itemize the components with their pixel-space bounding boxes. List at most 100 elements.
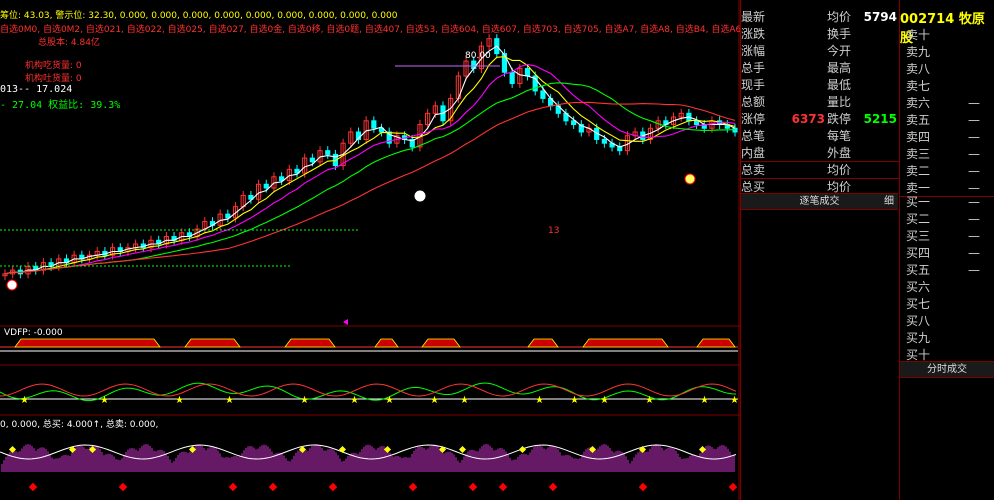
ma-line [4,56,736,275]
quote-label: 每笔 [827,129,852,143]
book-level-label: 买八 [906,314,931,328]
book-sell-row: 卖九 [906,44,994,61]
book-level-label: 卖八 [906,62,931,76]
book-sell-row: 卖五 — [906,112,994,129]
ma-lines-group [4,45,736,275]
book-dash: — [968,229,980,243]
candle [325,150,331,155]
total-capital: 总股本: 4.84亿 [38,38,100,48]
diamond-icon [468,482,478,492]
buysell-label: 0, 0.000, 总买: 4.000↑, 总卖: 0.000, [0,420,159,430]
quote-row: 涨停 6373 跌停 5215 [741,111,899,128]
vdfp-band [527,338,559,348]
book-dash: — [968,246,980,260]
diamond-icon [548,482,558,492]
quote-label: 总手 [741,61,766,75]
quote-label: 总笔 [741,129,766,143]
subpane-vdfp [0,338,738,352]
diamond-icon [518,445,527,454]
quote-row: 内盘 外盘 [741,145,899,162]
candle [617,146,623,152]
book-level-label: 卖二 [906,164,931,178]
star-icon: ★ [730,395,739,406]
tab-more[interactable]: 细 [880,193,898,210]
book-level-label: 卖六 [906,96,931,110]
quote-label: 涨幅 [741,44,766,58]
book-level-label: 买五 [906,263,931,277]
book-level-label: 买七 [906,297,931,311]
book-sell-row: 卖三 — [906,146,994,163]
cursor-marker-icon [343,319,348,325]
quote-label: 外盘 [827,146,852,160]
star-icon: ★ [175,395,184,406]
book-level-label: 卖十 [906,28,931,42]
book-dash: — [968,147,980,161]
book-dash: — [968,113,980,127]
quote-label: 内盘 [741,146,766,160]
stock-title: 002714 牧原股 [900,8,994,46]
quote-label: 均价 [827,10,852,24]
star-icon: ★ [700,395,709,406]
header-line-1: 筹位: 43.03, 警示位: 32.30, 0.000, 0.000, 0.0… [0,11,398,21]
quote-label: 均价 [827,163,852,177]
star-icon: ★ [600,395,609,406]
chart-area[interactable]: ★ ★ ★ ★ ★ ★ ★ ★ ★ ★ ★ ★ ★ ★ ★ 80.00 13 筹位: 43.03, 警示位:… [0,0,740,500]
vdfp-band [184,338,241,348]
book-sell-row: 卖十 [906,27,994,44]
quote-label: 涨跌 [741,27,766,41]
order-book: 002714 牧原股 卖十 卖九 卖八 卖七 卖六 — 卖五 — 卖四 — 卖三 — 卖二 — 卖一 — 买一 —… [899,0,994,500]
star-icon: ★ [535,395,544,406]
diamond-icon [408,482,418,492]
quote-row: 总额 量比 [741,94,899,111]
diamond-icon [228,482,238,492]
book-buy-row: 买一 — [906,194,994,211]
book-level-label: 买六 [906,280,931,294]
quote-row: 总笔 每笔 [741,128,899,145]
candle [309,157,315,163]
price-label-low: 13 [548,226,559,236]
diamond-icon [328,482,338,492]
book-sell-row: 卖八 [906,61,994,78]
book-buy-row: 买七 [906,296,994,313]
book-level-label: 卖三 [906,147,931,161]
ratio-line-a: 013-- 17.024 [0,84,73,95]
book-level-label: 买三 [906,229,931,243]
quote-row: 涨跌 换手 [741,26,899,43]
candle [693,120,700,126]
book-level-label: 买九 [906,331,931,345]
book-dash: — [968,195,980,209]
quote-label: 总卖 [741,163,766,177]
tab-minute-label: 分时成交 [927,364,967,375]
osc-line-2 [0,383,737,397]
book-level-label: 买一 [906,195,931,209]
star-icon: ★ [430,395,439,406]
book-level-label: 卖五 [906,113,931,127]
ratio-line-b: - 27.04 权益比: 39.3% [0,100,121,111]
candle [601,138,607,144]
star-icon: ★ [460,395,469,406]
book-level-label: 卖七 [906,79,931,93]
tab-more-label: 细 [884,196,894,207]
vdfp-band [374,338,399,348]
book-buy-row: 买六 [906,279,994,296]
header-line-2: 自选0M0, 自选0M2, 自选021, 自选022, 自选025, 自选027… [0,25,740,35]
quote-label: 最高 [827,61,852,75]
book-level-label: 卖四 [906,130,931,144]
book-sell-row: 卖四 — [906,129,994,146]
quote-row: 总卖 均价 [741,162,899,179]
book-sell-row: 卖七 [906,78,994,95]
book-level-label: 买十 [906,348,931,362]
subpane-volume [0,444,738,492]
star-icon: ★ [300,395,309,406]
inst-sell: 机构吐货量: 0 [25,74,82,84]
vdfp-label: VDFP: -0.000 [4,328,63,338]
tab-minute-trades[interactable]: 分时成交 [900,361,994,378]
vdfp-band [421,338,461,348]
quote-label: 最新 [741,10,766,24]
book-level-label: 买四 [906,246,931,260]
tab-trades-label: 逐笔成交 [799,196,840,207]
quote-row: 最新 均价 5794 [741,9,899,26]
book-level-label: 卖一 [906,181,931,195]
tab-trades[interactable]: 逐笔成交 [741,193,898,210]
quote-value: 6373 [791,112,825,126]
